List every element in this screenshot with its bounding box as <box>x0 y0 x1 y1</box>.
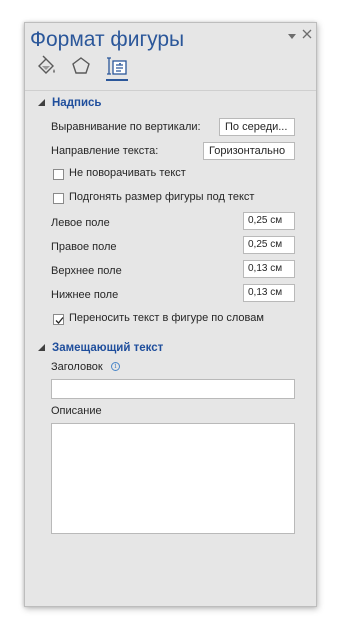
left-margin-label: Левое поле <box>51 217 110 229</box>
alt-description-label: Описание <box>51 405 102 417</box>
checkmark-icon <box>55 317 64 324</box>
top-margin-input[interactable]: 0,13 см <box>243 260 295 278</box>
wrap-text-checkbox[interactable] <box>53 314 64 325</box>
section-textbox-header[interactable]: Надпись <box>37 97 101 109</box>
bottom-margin-label: Нижнее поле <box>51 289 119 301</box>
section-textbox-title: Надпись <box>52 97 102 109</box>
section-alt-text-title: Замещающий текст <box>52 342 164 354</box>
format-shape-pane: Формат фигуры Надпись Выравнивание по ве… <box>24 22 317 607</box>
vertical-alignment-dropdown[interactable]: По середи... <box>219 118 295 136</box>
resize-shape-checkbox[interactable] <box>53 193 64 204</box>
info-icon[interactable]: i <box>111 362 120 371</box>
text-direction-dropdown[interactable]: Горизонтально <box>203 142 295 160</box>
vertical-alignment-label: Выравнивание по вертикали: <box>51 121 201 133</box>
right-margin-label: Правое поле <box>51 241 117 253</box>
left-margin-input[interactable]: 0,25 см <box>243 212 295 230</box>
collapse-triangle-icon <box>38 99 45 107</box>
tabs-divider <box>25 90 316 91</box>
paint-bucket-icon[interactable] <box>35 55 57 77</box>
alt-title-input[interactable] <box>51 379 295 399</box>
resize-shape-label: Подгонять размер фигуры под текст <box>69 191 255 203</box>
pentagon-icon[interactable] <box>70 55 92 77</box>
alt-title-label: Заголовок <box>51 361 103 373</box>
section-alt-text-header[interactable]: Замещающий текст <box>37 342 163 354</box>
collapse-triangle-icon <box>38 344 45 352</box>
right-margin-input[interactable]: 0,25 см <box>243 236 295 254</box>
text-direction-label: Направление текста: <box>51 145 159 157</box>
alt-description-textarea[interactable] <box>51 423 295 534</box>
active-tab-indicator <box>106 79 128 81</box>
top-margin-label: Верхнее поле <box>51 265 122 277</box>
text-box-layout-icon[interactable] <box>106 55 128 77</box>
pane-title: Формат фигуры <box>30 28 185 51</box>
wrap-text-label: Переносить текст в фигуре по словам <box>69 312 264 324</box>
close-icon[interactable] <box>302 29 312 39</box>
pane-options-chevron-icon[interactable] <box>287 32 297 40</box>
dont-rotate-checkbox[interactable] <box>53 169 64 180</box>
dont-rotate-label: Не поворачивать текст <box>69 167 186 179</box>
bottom-margin-input[interactable]: 0,13 см <box>243 284 295 302</box>
